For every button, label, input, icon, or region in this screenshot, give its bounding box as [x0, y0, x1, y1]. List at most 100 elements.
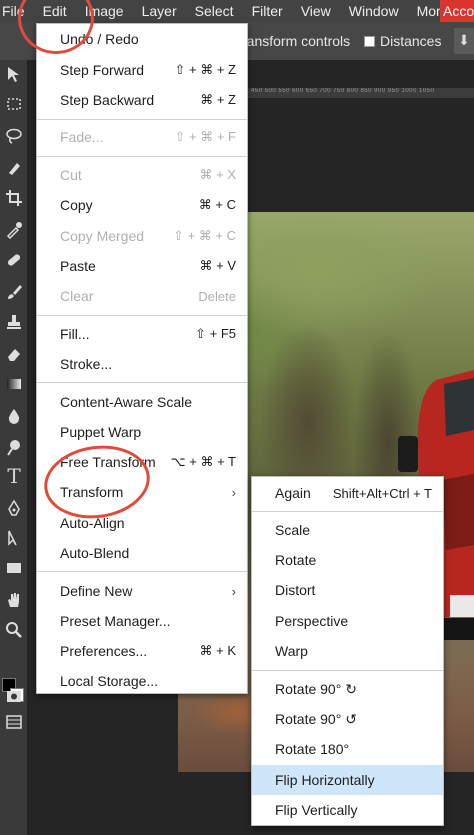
menu-item-distort[interactable]: Distort [252, 575, 443, 605]
menu-image[interactable]: Image [76, 0, 133, 22]
transform-submenu: Again Shift+Alt+Ctrl + T Scale Rotate Dis… [251, 476, 444, 826]
menu-item-label: Preferences... [60, 643, 148, 659]
menu-item-shortcut: ⌘ + Z [200, 92, 236, 107]
menu-item-label: Rotate [275, 552, 317, 568]
menu-item-shortcut: ⌘ + V [199, 258, 237, 273]
menu-item-content-aware-scale[interactable]: Content-Aware Scale [37, 387, 247, 417]
chevron-right-icon: › [231, 583, 236, 599]
menu-item-label: Perspective [275, 613, 349, 629]
menu-item-rotate-180[interactable]: Rotate 180° [252, 734, 443, 764]
blur-tool-icon[interactable] [2, 404, 26, 428]
menu-item-shortcut: ⇧ + ⌘ + F [174, 129, 236, 144]
menu-item-label: Rotate 90° ↻ [275, 680, 357, 697]
menu-item-transform[interactable]: Transform › [37, 477, 247, 507]
healing-brush-icon[interactable] [2, 248, 26, 272]
menu-layer[interactable]: Layer [133, 0, 186, 22]
menu-file[interactable]: File [0, 0, 34, 22]
menu-item-label: Rotate 180° [275, 741, 350, 757]
menu-item-preferences[interactable]: Preferences... ⌘ + K [37, 636, 247, 666]
menu-view[interactable]: View [292, 0, 340, 22]
menu-item-shortcut: ⌥ + ⌘ + T [170, 454, 236, 469]
menu-item-label: Flip Vertically [275, 802, 358, 818]
menubar: File Edit Image Layer Select Filter View… [0, 0, 474, 22]
menu-filter[interactable]: Filter [243, 0, 292, 22]
menu-item-step-forward[interactable]: Step Forward ⇧ + ⌘ + Z [37, 55, 247, 85]
menu-item-define-new[interactable]: Define New › [37, 576, 247, 606]
menu-item-free-transform[interactable]: Free Transform ⌥ + ⌘ + T [37, 447, 247, 477]
menu-item-rotate[interactable]: Rotate [252, 545, 443, 575]
clone-stamp-icon[interactable] [2, 310, 26, 334]
brush-tool-icon[interactable] [2, 280, 26, 304]
menu-item-label: Content-Aware Scale [60, 394, 193, 410]
menu-item-label: Fill... [60, 326, 90, 342]
menu-item-again[interactable]: Again Shift+Alt+Ctrl + T [252, 478, 443, 508]
menu-item-fade[interactable]: Fade... ⇧ + ⌘ + F [37, 122, 247, 152]
menu-separator [37, 571, 247, 572]
menu-edit[interactable]: Edit [34, 0, 76, 22]
menu-item-flip-vertically[interactable]: Flip Vertically [252, 795, 443, 825]
menu-item-label: Clear [60, 288, 94, 304]
menu-item-flip-horizontally[interactable]: Flip Horizontally [252, 765, 443, 795]
menu-separator [37, 315, 247, 316]
lasso-tool-icon[interactable] [2, 124, 26, 148]
menu-item-auto-align[interactable]: Auto-Align [37, 508, 247, 538]
marquee-tool-icon[interactable] [2, 92, 26, 116]
menu-item-warp[interactable]: Warp [252, 636, 443, 666]
menu-item-shortcut: ⇧ + ⌘ + Z [174, 62, 236, 77]
pen-tool-icon[interactable] [2, 496, 26, 520]
menu-item-preset-manager[interactable]: Preset Manager... [37, 606, 247, 636]
menu-item-clear[interactable]: Clear Delete [37, 281, 247, 311]
menu-item-fill[interactable]: Fill... ⇧ + F5 [37, 319, 247, 349]
download-icon[interactable]: ⬇ [454, 28, 474, 54]
edit-menu: Undo / Redo Step Forward ⇧ + ⌘ + Z Step B… [36, 23, 248, 694]
menu-item-label: Preset Manager... [60, 613, 171, 629]
move-tool-icon[interactable] [2, 62, 26, 86]
menu-item-label: Copy Merged [60, 228, 145, 244]
type-tool-icon[interactable]: T [2, 464, 26, 488]
menu-window[interactable]: Window [340, 0, 408, 22]
menu-item-rotate-90-ccw[interactable]: Rotate 90° ↺ [252, 704, 443, 734]
dodge-tool-icon[interactable] [2, 436, 26, 460]
account-button[interactable]: Acco [440, 0, 474, 22]
menu-item-label: Fade... [60, 129, 104, 145]
menu-select[interactable]: Select [186, 0, 243, 22]
menu-item-label: Transform [60, 484, 124, 500]
distances-checkbox[interactable] [364, 35, 375, 47]
menu-item-step-backward[interactable]: Step Backward ⌘ + Z [37, 85, 247, 115]
menu-item-label: Paste [60, 258, 96, 274]
menu-item-auto-blend[interactable]: Auto-Blend [37, 538, 247, 568]
menu-item-shortcut: ⌘ + K [199, 643, 237, 658]
path-select-icon[interactable] [2, 526, 26, 550]
hand-tool-icon[interactable] [2, 588, 26, 612]
quick-select-icon[interactable] [2, 156, 26, 180]
shape-tool-icon[interactable] [2, 556, 26, 580]
eyedropper-icon[interactable] [2, 218, 26, 242]
menu-separator [252, 511, 443, 512]
menu-item-local-storage[interactable]: Local Storage... [37, 666, 247, 696]
zoom-tool-icon[interactable] [2, 618, 26, 642]
menu-item-puppet-warp[interactable]: Puppet Warp [37, 417, 247, 447]
menu-item-stroke[interactable]: Stroke... [37, 349, 247, 379]
eraser-icon[interactable] [2, 342, 26, 366]
menu-item-shortcut: ⌘ + C [198, 197, 236, 212]
menu-item-paste[interactable]: Paste ⌘ + V [37, 251, 247, 281]
menu-item-label: Auto-Align [60, 515, 125, 531]
menu-item-label: Stroke... [60, 356, 113, 372]
horizontal-ruler: 300 350 400 450 500 550 600 650 700 750 … [210, 88, 474, 98]
distances-option[interactable]: Distances [364, 33, 441, 49]
screen-mode-icon[interactable] [2, 710, 26, 734]
menu-separator [37, 156, 247, 157]
menu-item-copy-merged[interactable]: Copy Merged ⇧ + ⌘ + C [37, 221, 247, 251]
transform-controls-label[interactable]: ransform controls [242, 33, 350, 49]
menu-item-copy[interactable]: Copy ⌘ + C [37, 190, 247, 220]
menu-item-scale[interactable]: Scale [252, 515, 443, 545]
crop-tool-icon[interactable] [2, 186, 26, 210]
menu-item-cut[interactable]: Cut ⌘ + X [37, 160, 247, 190]
chevron-right-icon: › [231, 484, 236, 500]
quick-mask-icon[interactable] [2, 684, 26, 708]
menu-item-perspective[interactable]: Perspective [252, 606, 443, 636]
menu-item-undo-redo[interactable]: Undo / Redo [37, 24, 247, 54]
gradient-tool-icon[interactable] [2, 372, 26, 396]
menu-item-label: Rotate 90° ↺ [275, 710, 357, 727]
menu-item-rotate-90-cw[interactable]: Rotate 90° ↻ [252, 674, 443, 704]
